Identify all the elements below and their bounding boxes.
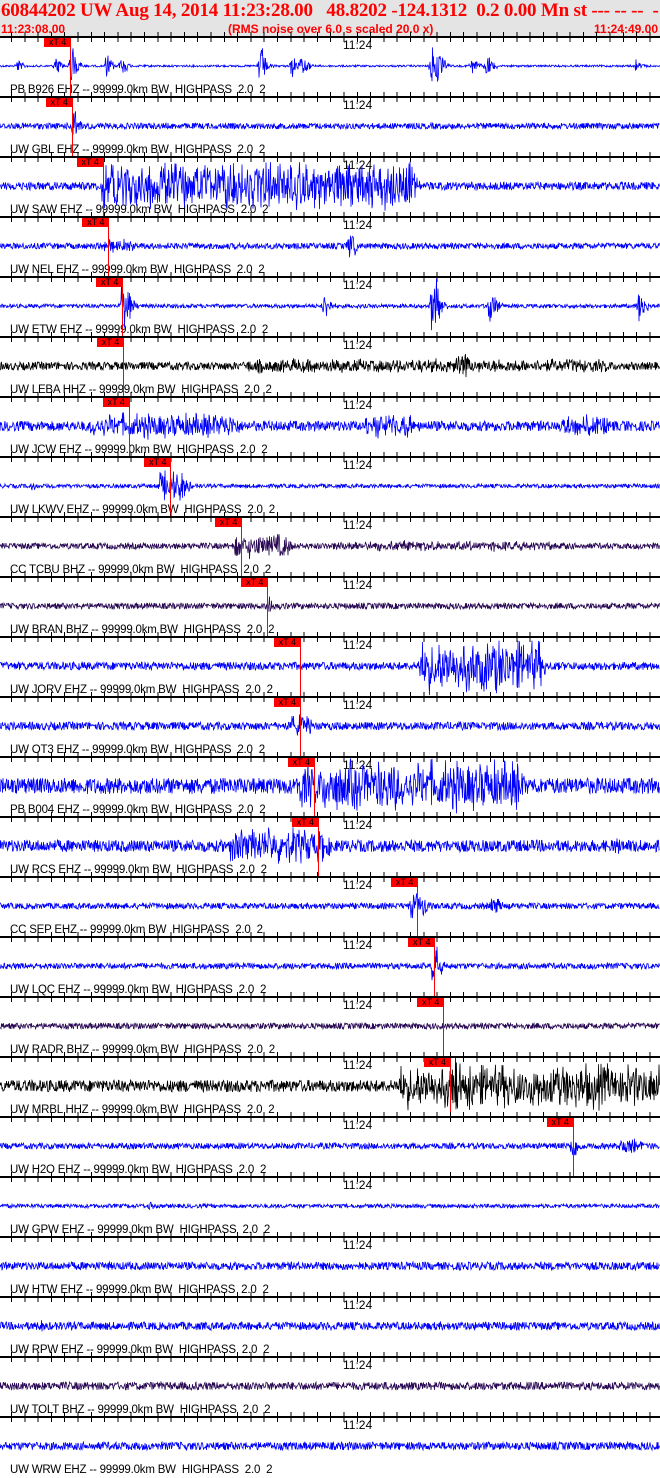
waveform	[0, 596, 660, 612]
channel-panel: 11:24 UW MRBL HHZ -- 99999.0km BW HIGHPAS…	[0, 1052, 660, 1116]
waveform	[0, 534, 660, 560]
waveform	[0, 892, 660, 919]
phase-pick-label: xT 4	[82, 218, 110, 227]
waveform-trace	[0, 353, 660, 378]
event-title: 60844202 UW Aug 14, 2014 11:23:28.00 48.…	[1, 0, 660, 21]
channel-panel: 11:24 UW JORV EHZ -- 99999.0km BW HIGHPAS…	[0, 632, 660, 696]
waveform	[0, 1056, 660, 1111]
channel-panel: 11:24 CC TCBU BHZ -- 99999.0km BW HIGHPAS…	[0, 512, 660, 576]
waveform	[0, 758, 660, 814]
waveform-trace	[0, 1320, 660, 1332]
phase-pick-label: xT 4	[44, 38, 72, 47]
waveform	[0, 1201, 660, 1211]
waveform-trace	[0, 412, 660, 440]
waveform-trace	[0, 470, 660, 501]
phase-pick-label: xT 4	[215, 518, 243, 527]
channel-panel: 11:24 UW OT3 EHZ -- 99999.0km BW HIGHPASS…	[0, 692, 660, 756]
channel-panel: 11:24 UW GBL EHZ -- 99999.0km BW HIGHPASS…	[0, 92, 660, 156]
phase-pick-label: xT 4	[417, 998, 445, 1007]
waveform-trace	[0, 640, 660, 696]
waveform-trace	[0, 1440, 660, 1452]
waveform-trace	[0, 1380, 660, 1392]
phase-pick-label: xT 4	[273, 698, 301, 707]
waveform	[0, 1260, 660, 1272]
phase-pick-label: xT 4	[144, 458, 172, 467]
phase-pick-label: xT 4	[287, 758, 315, 767]
channel-panel: 11:24 UW LKWV EHZ -- 99999.0km BW HIGHPAS…	[0, 452, 660, 516]
waveform	[0, 111, 660, 135]
channel-panel: 11:24 PB B926 EHZ -- 99999.0km BW HIGHPAS…	[0, 32, 660, 96]
waveform	[0, 1320, 660, 1332]
waveform	[0, 1021, 660, 1031]
phase-pick-label: xT 4	[391, 878, 419, 887]
waveform-trace	[0, 596, 660, 612]
channel-panel: 11:24 UW TOLT BHZ -- 99999.0km BW HIGHPAS…	[0, 1352, 660, 1416]
waveform-trace	[0, 892, 660, 919]
channel-panel: 11:24 UW LEBA HHZ -- 99999.0km BW HIGHPAS…	[0, 332, 660, 396]
waveform	[0, 47, 660, 82]
seismogram-plot: 11:24 PB B926 EHZ -- 99999.0km BW HIGHPAS…	[0, 32, 660, 1478]
phase-pick-label: xT 4	[546, 1118, 574, 1127]
waveform-trace	[0, 1021, 660, 1031]
phase-pick-label: xT 4	[76, 158, 104, 167]
waveform-trace	[0, 1260, 660, 1272]
waveform-trace	[0, 758, 660, 814]
waveform	[0, 714, 660, 736]
channel-panel: 11:24 UW SAW EHZ -- 99999.0km BW HIGHPASS…	[0, 152, 660, 216]
waveform-trace	[0, 534, 660, 560]
channel-panel: 11:24 CC SEP EHZ -- 99999.0km BW HIGHPASS…	[0, 872, 660, 936]
channel-panel: 11:24 UW RPW EHZ -- 99999.0km BW HIGHPASS…	[0, 1292, 660, 1356]
phase-pick-label: xT 4	[273, 638, 301, 647]
phase-pick-label: xT 4	[241, 578, 269, 587]
channel-panel: 11:24 UW JCW EHZ -- 99999.0km BW HIGHPASS…	[0, 392, 660, 456]
waveform	[0, 470, 660, 501]
waveform	[0, 412, 660, 440]
channel-panel: 11:24 UW NEL EHZ -- 99999.0km BW HIGHPASS…	[0, 212, 660, 276]
plot-header: 60844202 UW Aug 14, 2014 11:23:28.00 48.…	[0, 0, 660, 36]
waveform-trace	[0, 1201, 660, 1211]
channel-panel: 11:24 UW RCS EHZ -- 99999.0km BW HIGHPASS…	[0, 812, 660, 876]
phase-pick-label: xT 4	[102, 398, 130, 407]
channel-panel: 11:24 UW HTW EHZ -- 99999.0km BW HIGHPASS…	[0, 1232, 660, 1296]
waveform-trace	[0, 47, 660, 82]
channel-panel: 11:24 UW GPW EHZ -- 99999.0km BW HIGHPASS…	[0, 1172, 660, 1236]
channel-panel: 11:24 UW BRAN BHZ -- 99999.0km BW HIGHPAS…	[0, 572, 660, 636]
waveform-trace	[0, 111, 660, 135]
waveform-trace	[0, 1056, 660, 1111]
phase-pick-label: xT 4	[97, 338, 125, 347]
phase-pick-label: xT 4	[408, 938, 436, 947]
waveform-trace	[0, 161, 660, 211]
waveform-trace	[0, 827, 660, 864]
phase-pick-label: xT 4	[291, 818, 319, 827]
channel-panel: 11:24 UW RADR BHZ -- 99999.0km BW HIGHPAS…	[0, 992, 660, 1056]
phase-pick-label: xT 4	[96, 278, 124, 287]
waveform	[0, 640, 660, 696]
phase-pick-label: xT 4	[423, 1058, 451, 1067]
channel-panel: 11:24 UW LQC EHZ -- 99999.0km BW HIGHPASS…	[0, 932, 660, 996]
waveform	[0, 1380, 660, 1392]
waveform-trace	[0, 714, 660, 736]
phase-pick-label: xT 4	[45, 98, 73, 107]
channel-panel: 11:24 UW WRW EHZ -- 99999.0km BW HIGHPASS…	[0, 1412, 660, 1476]
waveform-trace	[0, 946, 660, 981]
waveform	[0, 827, 660, 864]
channel-panel: 11:24 PB B004 EHZ -- 99999.0km BW HIGHPAS…	[0, 752, 660, 816]
waveform	[0, 946, 660, 981]
waveform-trace	[0, 1138, 660, 1156]
waveform	[0, 1440, 660, 1452]
channel-panel: 11:24 UW ETW EHZ -- 99999.0km BW HIGHPASS…	[0, 272, 660, 336]
channel-panel: 11:24 UW H2O EHZ -- 99999.0km BW HIGHPASS…	[0, 1112, 660, 1176]
waveform-trace	[0, 235, 660, 258]
